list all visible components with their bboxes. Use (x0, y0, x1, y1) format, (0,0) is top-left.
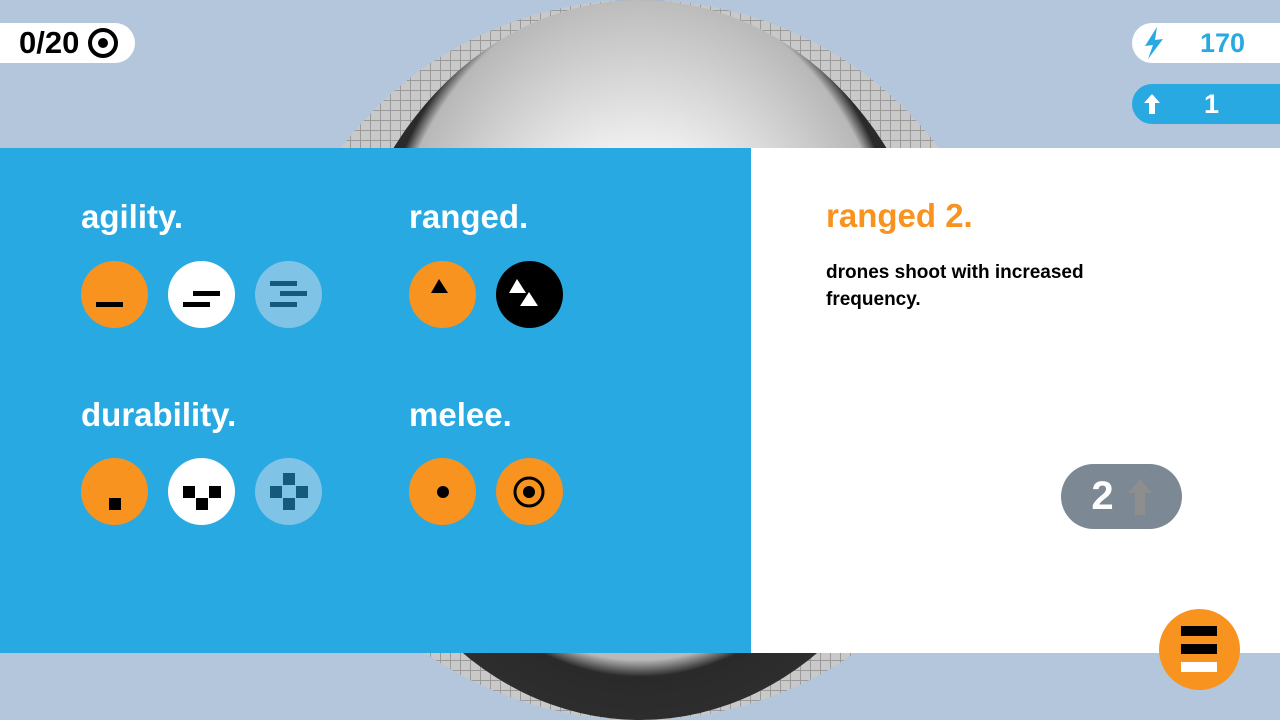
upgrade-ranged-2-selected[interactable] (496, 261, 563, 328)
arrow-up-icon (1144, 94, 1160, 114)
category-durability: durability. (81, 396, 237, 433)
goal-count: 0/20 (19, 25, 80, 60)
category-melee: melee. (409, 396, 512, 433)
double-triangle-icon (509, 279, 538, 306)
triple-dash-icon (270, 281, 307, 307)
upgrade-agility-3[interactable] (255, 261, 322, 328)
target-icon (88, 28, 119, 58)
triangle-icon (431, 279, 448, 293)
upgrade-points-value: 1 (1204, 88, 1220, 119)
category-ranged: ranged. (409, 198, 529, 235)
target-icon (513, 476, 545, 508)
single-dash-icon (96, 302, 123, 307)
upgrade-description: drones shoot with increased frequency. (826, 262, 1084, 310)
category-agility: agility. (81, 198, 184, 235)
four-squares-icon (270, 473, 308, 510)
energy-value: 170 (1200, 27, 1246, 58)
arrow-up-icon (1127, 478, 1152, 515)
upgrade-melee-1[interactable] (409, 458, 476, 525)
upgrade-agility-2[interactable] (168, 261, 235, 328)
upgrade-agility-1[interactable] (81, 261, 148, 328)
energy-counter: 170 (1132, 23, 1280, 63)
menu-icon (1181, 626, 1217, 672)
upgrade-durability-3[interactable] (255, 458, 322, 525)
purchase-upgrade-button[interactable]: 2 (1061, 464, 1182, 529)
single-square-icon (109, 498, 121, 510)
upgrade-melee-2[interactable] (496, 458, 563, 525)
upgrade-ranged-1[interactable] (409, 261, 476, 328)
upgrade-title: ranged 2. (826, 197, 973, 234)
lightning-icon (1145, 27, 1163, 59)
upgrade-durability-2[interactable] (168, 458, 235, 525)
goal-counter: 0/20 (0, 23, 135, 63)
menu-button[interactable] (1159, 609, 1240, 690)
double-dash-icon (183, 291, 220, 307)
upgrade-points-counter: 1 (1132, 84, 1280, 124)
upgrade-durability-1[interactable] (81, 458, 148, 525)
three-squares-icon (183, 486, 221, 510)
dot-icon (437, 486, 449, 498)
upgrade-cost: 2 (1091, 474, 1114, 518)
